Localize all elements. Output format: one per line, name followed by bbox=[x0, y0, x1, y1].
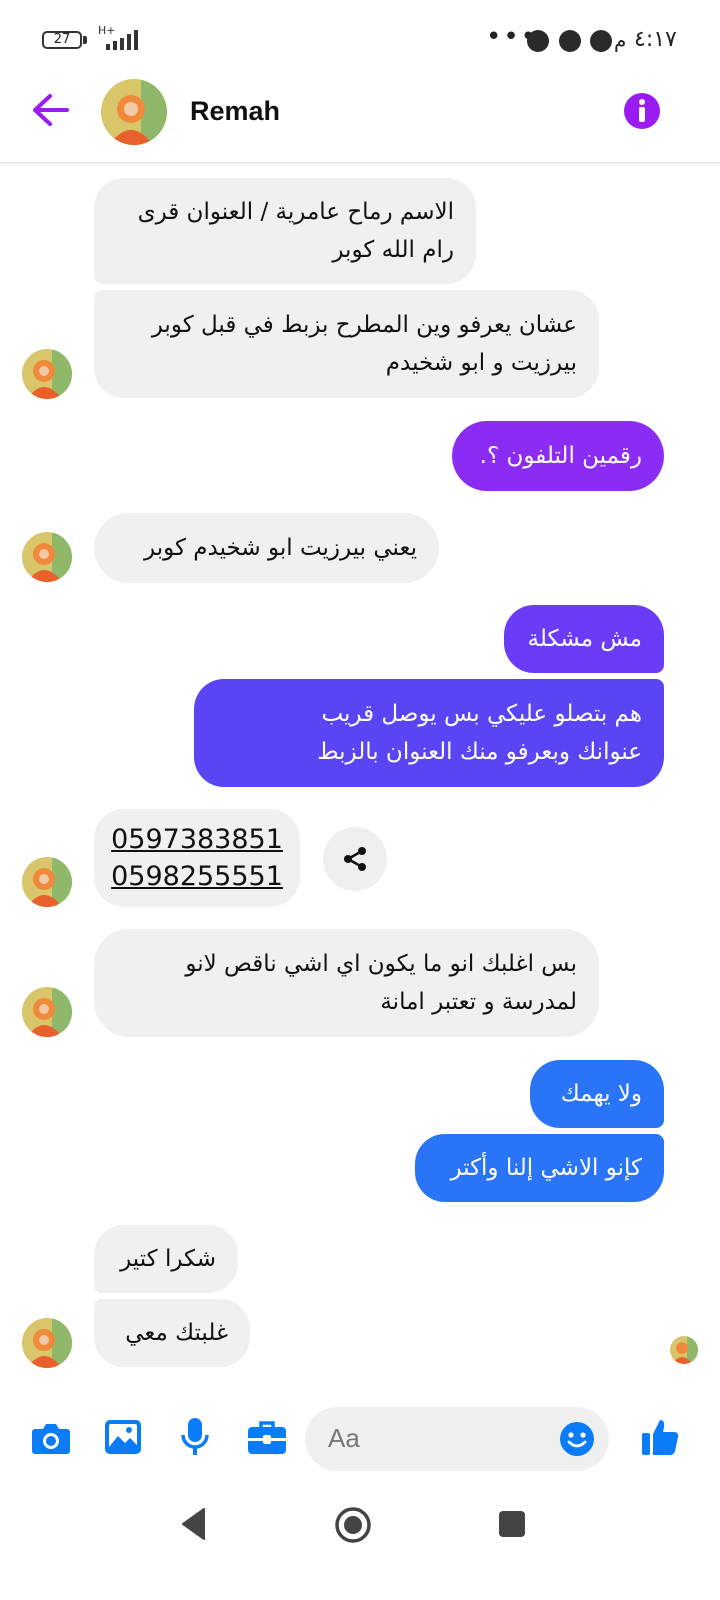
message-bubble-incoming[interactable]: غلبتك معي bbox=[94, 1299, 250, 1367]
emoji-icon[interactable] bbox=[559, 1421, 595, 1457]
message-bubble-outgoing[interactable]: ولا يهمك bbox=[530, 1060, 664, 1128]
contact-avatar[interactable] bbox=[101, 79, 167, 145]
message-bubble-incoming[interactable]: عشان يعرفو وين المطرح بزبط في قبل كوبر ب… bbox=[94, 290, 599, 398]
microphone-icon[interactable] bbox=[180, 1417, 210, 1457]
messenger-notification-icon bbox=[559, 30, 581, 52]
sender-avatar bbox=[22, 532, 72, 582]
phone-numbers-bubble[interactable]: 0597383851 0598255551 bbox=[94, 809, 300, 907]
sender-avatar bbox=[22, 857, 72, 907]
message-input-placeholder: Aa bbox=[328, 1423, 360, 1453]
battery-tip bbox=[83, 36, 87, 44]
seen-receipt-avatar bbox=[670, 1336, 698, 1364]
status-time: ٤:١٧ bbox=[634, 27, 677, 52]
message-bubble-outgoing[interactable]: مش مشكلة bbox=[504, 605, 664, 673]
sender-avatar bbox=[22, 1318, 72, 1368]
recents-square-icon[interactable] bbox=[498, 1510, 526, 1538]
arrow-left-icon[interactable] bbox=[30, 92, 70, 128]
home-circle-icon[interactable] bbox=[334, 1506, 372, 1544]
battery-indicator: 27 bbox=[42, 31, 82, 49]
contact-name[interactable]: Remah bbox=[190, 96, 280, 127]
messenger-notification-icon bbox=[527, 30, 549, 52]
back-triangle-icon[interactable] bbox=[180, 1507, 206, 1541]
message-bubble-outgoing[interactable]: كإنو الاشي إلنا وأكتر bbox=[415, 1134, 664, 1202]
share-icon bbox=[344, 847, 366, 871]
message-bubble-outgoing[interactable]: هم بتصلو عليكي بس يوصل قريب عنوانك وبعرف… bbox=[194, 679, 664, 787]
image-icon[interactable] bbox=[104, 1419, 142, 1455]
share-button[interactable] bbox=[323, 827, 387, 891]
info-icon[interactable] bbox=[623, 92, 661, 130]
message-bubble-incoming[interactable]: يعني بيرزيت ابو شخيدم كوبر bbox=[94, 513, 439, 583]
message-bubble-incoming[interactable]: شكرا كتير bbox=[94, 1225, 238, 1293]
thumbs-up-icon[interactable] bbox=[640, 1417, 680, 1457]
battery-level: 27 bbox=[53, 32, 71, 47]
sender-avatar bbox=[22, 349, 72, 399]
message-bubble-incoming[interactable]: بس اغلبك انو ما يكون اي اشي ناقص لانو لم… bbox=[94, 929, 599, 1037]
message-bubble-incoming[interactable]: الاسم رماح عامرية / العنوان قرى رام الله… bbox=[94, 178, 476, 284]
messenger-notification-icon bbox=[590, 30, 612, 52]
status-ampm: م bbox=[614, 28, 627, 52]
signal-bars-icon bbox=[106, 30, 138, 50]
sender-avatar bbox=[22, 987, 72, 1037]
camera-icon[interactable] bbox=[31, 1421, 71, 1455]
toolbox-icon[interactable] bbox=[247, 1419, 287, 1455]
message-bubble-outgoing[interactable]: رقمين التلفون ؟. bbox=[452, 421, 664, 491]
